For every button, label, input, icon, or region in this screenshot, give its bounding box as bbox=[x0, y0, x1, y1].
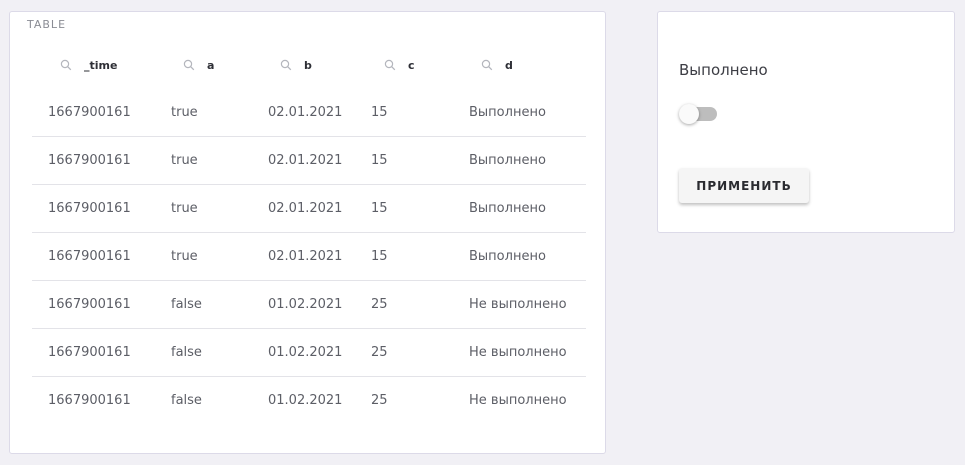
cell-time: 1667900161 bbox=[48, 153, 131, 168]
column-header-label: d bbox=[505, 58, 513, 72]
cell-d: Выполнено bbox=[469, 249, 546, 264]
column-header-a[interactable]: a bbox=[183, 58, 214, 72]
cell-d: Выполнено bbox=[469, 153, 546, 168]
table-row: 1667900161 true 02.01.2021 15 Выполнено bbox=[32, 89, 586, 137]
cell-a: false bbox=[171, 297, 202, 312]
cell-time: 1667900161 bbox=[48, 105, 131, 120]
column-header-label: a bbox=[207, 58, 215, 72]
cell-c: 15 bbox=[371, 153, 388, 168]
cell-a: false bbox=[171, 393, 202, 408]
cell-time: 1667900161 bbox=[48, 249, 131, 264]
cell-b: 01.02.2021 bbox=[268, 297, 343, 312]
cell-c: 15 bbox=[371, 249, 388, 264]
filter-panel: Выполнено ПРИМЕНИТЬ bbox=[657, 11, 955, 233]
cell-d: Не выполнено bbox=[469, 393, 567, 408]
table-row: 1667900161 false 01.02.2021 25 Не выполн… bbox=[32, 377, 586, 424]
column-header-label: _time bbox=[84, 58, 118, 72]
cell-time: 1667900161 bbox=[48, 393, 131, 408]
table-body: 1667900161 true 02.01.2021 15 Выполнено … bbox=[32, 89, 586, 424]
cell-a: true bbox=[171, 153, 198, 168]
table-row: 1667900161 true 02.01.2021 15 Выполнено bbox=[32, 185, 586, 233]
cell-c: 15 bbox=[371, 105, 388, 120]
column-header-time[interactable]: _time bbox=[60, 58, 117, 72]
column-header-b[interactable]: b bbox=[280, 58, 312, 72]
cell-d: Выполнено bbox=[469, 201, 546, 216]
cell-c: 25 bbox=[371, 393, 388, 408]
cell-d: Не выполнено bbox=[469, 297, 567, 312]
cell-a: true bbox=[171, 249, 198, 264]
column-header-label: c bbox=[408, 58, 415, 72]
cell-b: 02.01.2021 bbox=[268, 201, 343, 216]
cell-time: 1667900161 bbox=[48, 297, 131, 312]
cell-a: true bbox=[171, 105, 198, 120]
cell-b: 01.02.2021 bbox=[268, 345, 343, 360]
toggle-thumb[interactable] bbox=[679, 104, 699, 124]
table-row: 1667900161 false 01.02.2021 25 Не выполн… bbox=[32, 329, 586, 377]
cell-b: 02.01.2021 bbox=[268, 249, 343, 264]
cell-time: 1667900161 bbox=[48, 201, 131, 216]
search-icon[interactable] bbox=[481, 59, 493, 71]
cell-c: 25 bbox=[371, 345, 388, 360]
cell-a: false bbox=[171, 345, 202, 360]
filter-label: Выполнено bbox=[679, 61, 768, 79]
column-header-c[interactable]: c bbox=[384, 58, 415, 72]
cell-d: Выполнено bbox=[469, 105, 546, 120]
search-icon[interactable] bbox=[280, 59, 292, 71]
cell-b: 01.02.2021 bbox=[268, 393, 343, 408]
table-title: TABLE bbox=[27, 18, 67, 31]
status-toggle[interactable] bbox=[679, 104, 719, 124]
apply-button[interactable]: ПРИМЕНИТЬ bbox=[679, 168, 809, 203]
search-icon[interactable] bbox=[183, 59, 195, 71]
table-row: 1667900161 true 02.01.2021 15 Выполнено bbox=[32, 233, 586, 281]
cell-a: true bbox=[171, 201, 198, 216]
search-icon[interactable] bbox=[384, 59, 396, 71]
cell-d: Не выполнено bbox=[469, 345, 567, 360]
table-row: 1667900161 false 01.02.2021 25 Не выполн… bbox=[32, 281, 586, 329]
cell-c: 25 bbox=[371, 297, 388, 312]
column-header-d[interactable]: d bbox=[481, 58, 513, 72]
column-header-label: b bbox=[304, 58, 312, 72]
cell-b: 02.01.2021 bbox=[268, 153, 343, 168]
cell-time: 1667900161 bbox=[48, 345, 131, 360]
cell-c: 15 bbox=[371, 201, 388, 216]
table-row: 1667900161 true 02.01.2021 15 Выполнено bbox=[32, 137, 586, 185]
search-icon[interactable] bbox=[60, 59, 72, 71]
table-panel: TABLE _time a b c d 1667900161 true 02.0… bbox=[9, 11, 606, 454]
cell-b: 02.01.2021 bbox=[268, 105, 343, 120]
